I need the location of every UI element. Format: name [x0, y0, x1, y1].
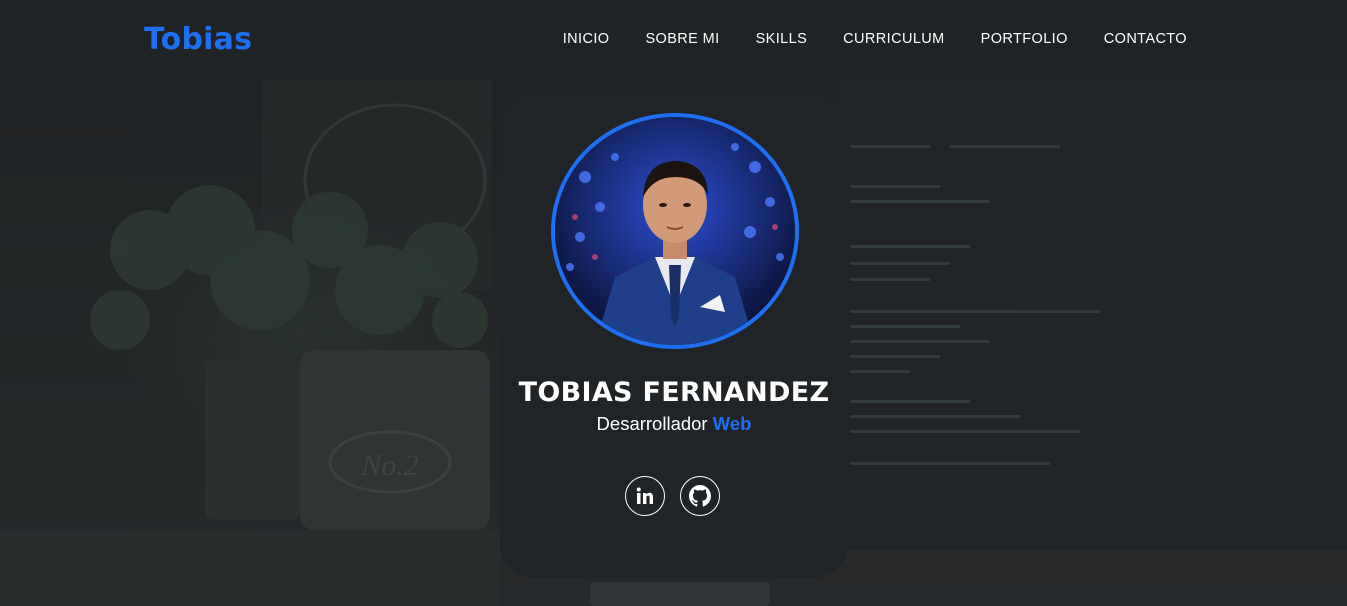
nav-link-inicio[interactable]: INICIO — [563, 31, 610, 47]
profile-photo-illustration — [555, 117, 795, 345]
profile-name: TOBIAS FERNANDEZ — [518, 377, 830, 408]
site-logo[interactable]: Tobias — [144, 22, 252, 57]
nav-link-skills[interactable]: SKILLS — [756, 31, 808, 47]
profile-role: Desarrollador Web — [500, 413, 848, 435]
top-navbar: Tobias INICIO SOBRE MI SKILLS CURRICULUM… — [0, 0, 1347, 80]
profile-photo — [551, 113, 799, 349]
nav-link-portfolio[interactable]: PORTFOLIO — [981, 31, 1068, 47]
main-nav: INICIO SOBRE MI SKILLS CURRICULUM PORTFO… — [563, 31, 1187, 47]
nav-link-sobre-mi[interactable]: SOBRE MI — [645, 31, 719, 47]
linkedin-icon — [636, 487, 653, 504]
social-links — [625, 476, 720, 516]
nav-link-contacto[interactable]: CONTACTO — [1104, 31, 1187, 47]
role-prefix: Desarrollador — [596, 413, 708, 434]
role-accent: Web — [712, 413, 752, 434]
github-icon — [689, 485, 711, 507]
nav-link-curriculum[interactable]: CURRICULUM — [843, 31, 944, 47]
profile-card: TOBIAS FERNANDEZ Desarrollador Web — [500, 94, 848, 578]
linkedin-button[interactable] — [625, 476, 665, 516]
github-button[interactable] — [680, 476, 720, 516]
